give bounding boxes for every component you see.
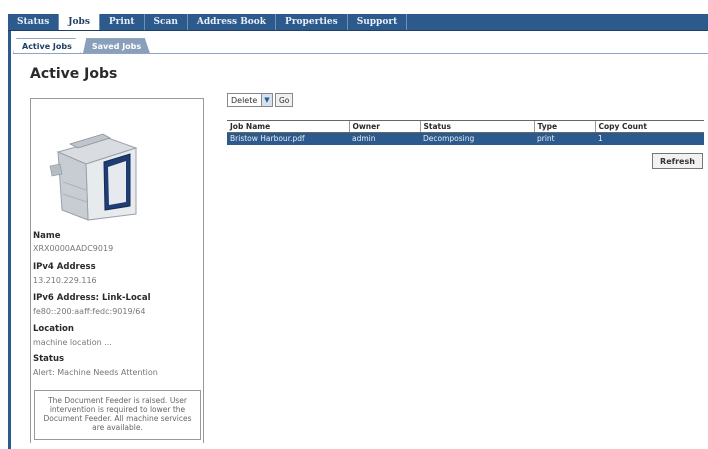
nav-properties[interactable]: Properties <box>276 14 348 30</box>
tab-divider <box>13 53 708 54</box>
alert-message: The Document Feeder is raised. User inte… <box>34 390 201 440</box>
nav-support[interactable]: Support <box>348 14 408 30</box>
column-header-type[interactable]: Type <box>533 120 595 133</box>
sub-tabs: Active Jobs Saved Jobs <box>13 38 152 54</box>
name-label: Name <box>33 231 61 241</box>
column-header-copy-count[interactable]: Copy Count <box>594 120 704 133</box>
cell-type: print <box>534 132 595 145</box>
name-value: XRX0000AADC9019 <box>33 244 114 253</box>
location-label: Location <box>33 324 74 334</box>
nav-status[interactable]: Status <box>8 14 60 30</box>
go-button[interactable]: Go <box>275 93 294 107</box>
column-header-status[interactable]: Status <box>419 120 534 133</box>
ipv6-value: fe80::200:aaff:fedc:9019/64 <box>33 307 146 316</box>
ipv4-label: IPv4 Address <box>33 262 96 272</box>
refresh-button[interactable]: Refresh <box>652 153 703 169</box>
nav-address-book[interactable]: Address Book <box>188 14 277 30</box>
column-header-owner[interactable]: Owner <box>348 120 420 133</box>
status-value: Alert: Machine Needs Attention <box>33 368 158 377</box>
job-action-value: Delete <box>231 95 258 105</box>
cell-status: Decomposing <box>420 132 534 145</box>
nav-scan[interactable]: Scan <box>145 14 188 30</box>
cell-copy-count: 1 <box>595 132 704 145</box>
top-nav: Status Jobs Print Scan Address Book Prop… <box>8 14 708 31</box>
cell-job-name[interactable]: Bristow Harbour.pdf <box>227 132 349 145</box>
status-label: Status <box>33 354 65 364</box>
jobs-table: Job Name Owner Status Type Copy Count Br… <box>227 120 704 145</box>
printer-image <box>49 133 138 221</box>
chevron-down-icon[interactable]: ▼ <box>261 94 272 106</box>
column-header-job-name[interactable]: Job Name <box>227 120 349 133</box>
ipv4-value: 13.210.229.116 <box>33 276 97 285</box>
page-title: Active Jobs <box>30 66 118 82</box>
table-header-row: Job Name Owner Status Type Copy Count <box>227 120 704 133</box>
nav-print[interactable]: Print <box>100 14 145 30</box>
location-value: machine location ... <box>33 338 112 347</box>
table-row[interactable]: Bristow Harbour.pdf admin Decomposing pr… <box>227 132 704 145</box>
cell-owner: admin <box>349 132 420 145</box>
job-action-controls: Delete ▼ Go <box>227 93 294 107</box>
ipv6-label: IPv6 Address: Link-Local <box>33 293 151 303</box>
job-action-select[interactable]: Delete ▼ <box>227 93 273 107</box>
nav-jobs[interactable]: Jobs <box>59 14 100 30</box>
tab-saved-jobs[interactable]: Saved Jobs <box>82 38 151 54</box>
tab-active-jobs[interactable]: Active Jobs <box>13 38 81 54</box>
